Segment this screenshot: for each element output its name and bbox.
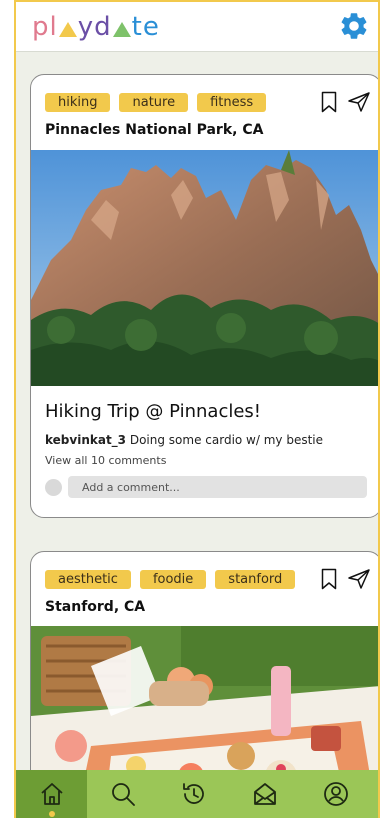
avatar [45, 478, 62, 496]
send-icon[interactable] [347, 568, 371, 590]
card-actions [321, 91, 371, 113]
search-icon [111, 783, 135, 806]
post-location: Pinnacles National Park, CA [45, 122, 264, 138]
playdate-logo[interactable]: pl yd te [32, 12, 160, 42]
profile-icon [323, 782, 348, 806]
card-actions [321, 568, 371, 590]
post-photo[interactable] [31, 150, 380, 386]
gear-icon[interactable] [338, 10, 370, 42]
app-header: pl yd te [16, 2, 378, 52]
bookmark-icon[interactable] [321, 568, 337, 590]
nav-search[interactable] [87, 770, 158, 818]
comment-input[interactable] [68, 476, 367, 498]
app-frame: pl yd te hiking nature fitness Pinnacles… [14, 0, 380, 818]
comment-row [45, 475, 367, 499]
tag-list: hiking nature fitness [45, 93, 267, 112]
logo-triangle-yellow [58, 22, 77, 37]
tag[interactable]: nature [119, 93, 189, 112]
view-comments-link[interactable]: View all 10 comments [45, 454, 166, 467]
tag[interactable]: stanford [215, 570, 296, 589]
post-card[interactable]: hiking nature fitness Pinnacles National… [30, 74, 380, 518]
logo-text-3: te [131, 12, 160, 42]
post-title: Hiking Trip @ Pinnacles! [45, 401, 262, 422]
tag[interactable]: foodie [139, 570, 207, 589]
nav-profile[interactable] [300, 770, 371, 818]
nav-history[interactable] [158, 770, 229, 818]
post-author[interactable]: kebvinkat_3 [45, 433, 126, 447]
tag[interactable]: fitness [197, 93, 267, 112]
active-indicator [48, 811, 55, 817]
tag-list: aesthetic foodie stanford [45, 570, 296, 589]
bookmark-icon[interactable] [321, 91, 337, 113]
caption-text: Doing some cardio w/ my bestie [126, 433, 324, 447]
inbox-icon [253, 783, 276, 805]
post-caption: kebvinkat_3 Doing some cardio w/ my best… [45, 433, 323, 447]
logo-triangle-green [112, 22, 131, 37]
send-icon[interactable] [347, 91, 371, 113]
bottom-nav [16, 770, 378, 818]
history-icon [182, 783, 204, 804]
tag[interactable]: hiking [45, 93, 111, 112]
post-location: Stanford, CA [45, 599, 146, 615]
home-icon [40, 783, 63, 805]
nav-inbox[interactable] [229, 770, 300, 818]
logo-text-2: yd [77, 12, 112, 42]
tag[interactable]: aesthetic [45, 570, 131, 589]
nav-home[interactable] [16, 770, 87, 818]
logo-text-1: pl [32, 12, 58, 42]
